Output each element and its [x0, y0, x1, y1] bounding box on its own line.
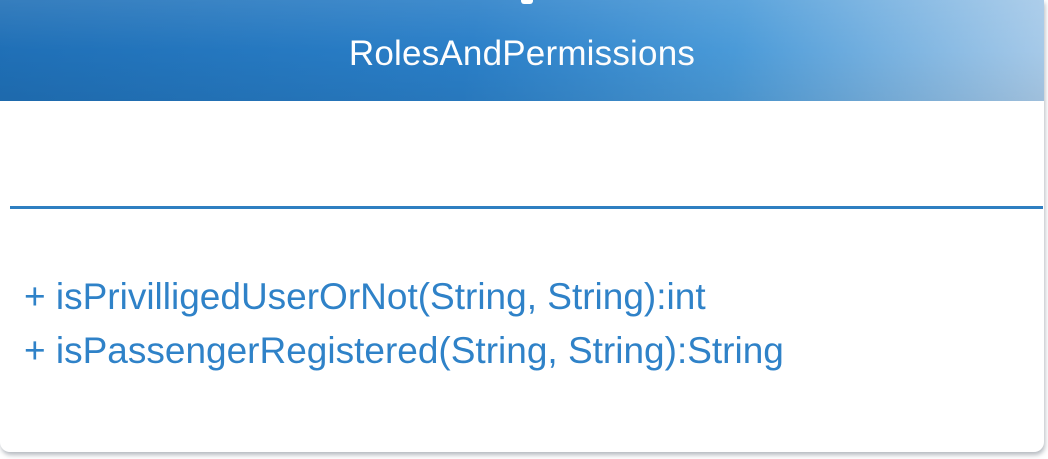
diagram-canvas: RolesAndPermissions + isPrivilligedUserO…: [0, 0, 1048, 459]
uml-class-box[interactable]: RolesAndPermissions + isPrivilligedUserO…: [0, 0, 1044, 452]
class-header: RolesAndPermissions: [0, 0, 1044, 101]
operation-item: + isPrivilligedUserOrNot(String, String)…: [24, 276, 706, 317]
attributes-compartment: [0, 101, 1044, 206]
compartment-divider: [10, 206, 1043, 209]
operations-compartment: + isPrivilligedUserOrNot(String, String)…: [24, 270, 1034, 378]
operation-item: + isPassengerRegistered(String, String):…: [24, 330, 784, 371]
class-name: RolesAndPermissions: [348, 33, 696, 73]
connector-notch: [521, 0, 533, 4]
